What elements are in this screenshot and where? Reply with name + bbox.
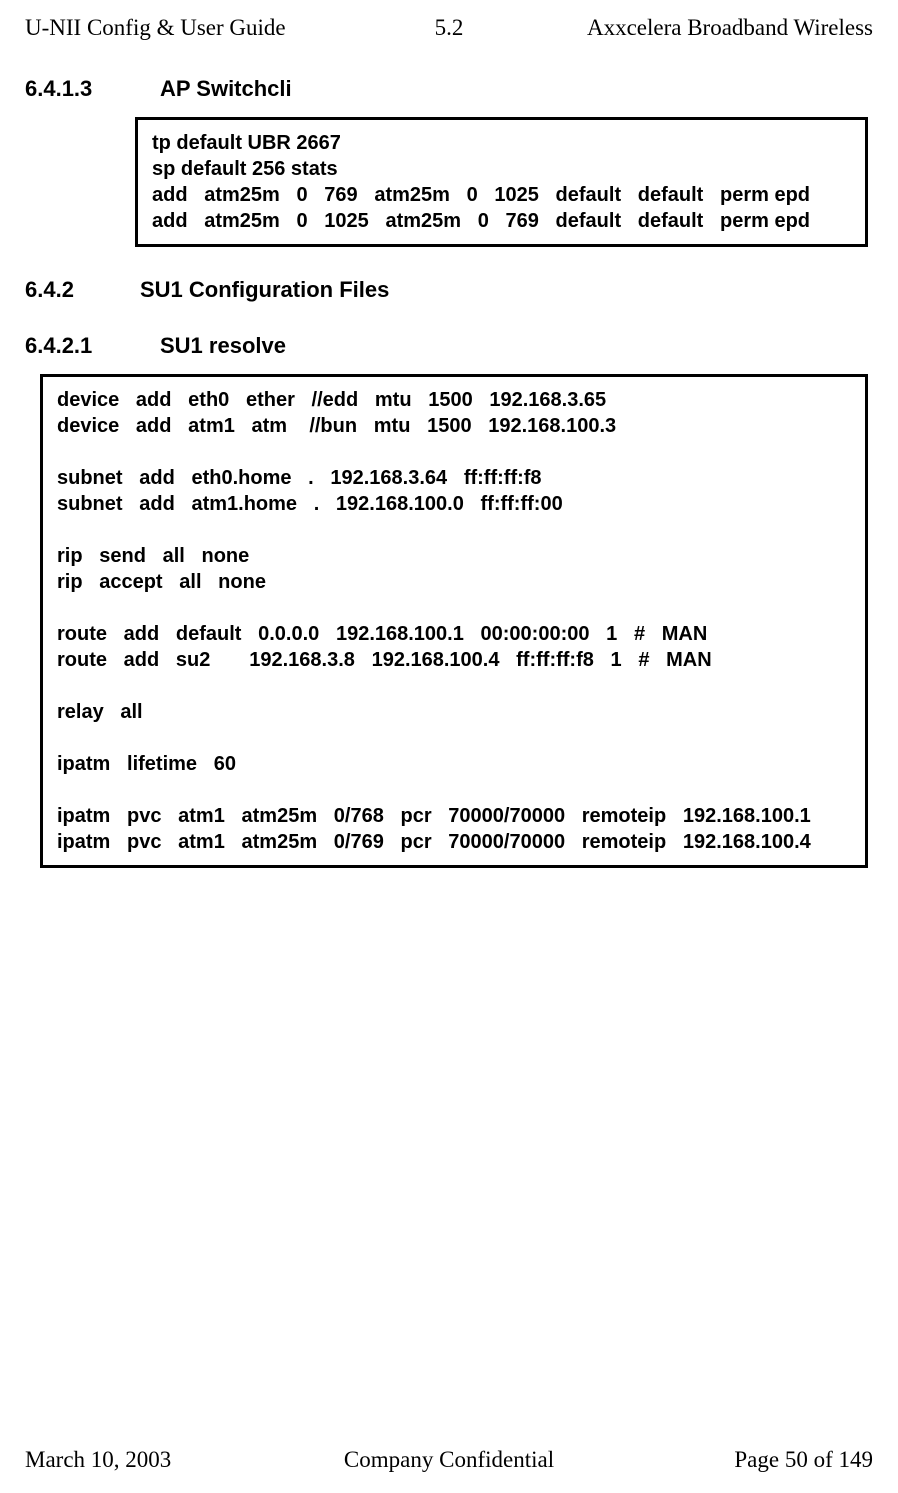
section-number: 6.4.2 xyxy=(25,277,140,303)
footer-date: March 10, 2003 xyxy=(25,1447,308,1473)
ap-switchcli-code-block: tp default UBR 2667 sp default 256 stats… xyxy=(135,117,868,247)
page-header: U-NII Config & User Guide 5.2 Axxcelera … xyxy=(25,10,873,41)
section-6-4-2-1-heading: 6.4.2.1SU1 resolve xyxy=(25,333,873,359)
su1-resolve-code-block: device add eth0 ether //edd mtu 1500 192… xyxy=(40,374,868,868)
section-title: SU1 Configuration Files xyxy=(140,277,389,302)
section-title: SU1 resolve xyxy=(160,333,286,358)
footer-confidential: Company Confidential xyxy=(308,1447,591,1473)
header-doc-title: U-NII Config & User Guide xyxy=(25,15,435,41)
header-version: 5.2 xyxy=(435,15,464,41)
section-number: 6.4.1.3 xyxy=(25,76,160,102)
section-6-4-1-3-heading: 6.4.1.3AP Switchcli xyxy=(25,76,873,102)
header-company: Axxcelera Broadband Wireless xyxy=(463,15,873,41)
section-6-4-2-heading: 6.4.2SU1 Configuration Files xyxy=(25,277,873,303)
footer-page-number: Page 50 of 149 xyxy=(590,1447,873,1473)
page-footer: March 10, 2003 Company Confidential Page… xyxy=(25,1447,873,1473)
section-title: AP Switchcli xyxy=(160,76,292,101)
section-number: 6.4.2.1 xyxy=(25,333,160,359)
